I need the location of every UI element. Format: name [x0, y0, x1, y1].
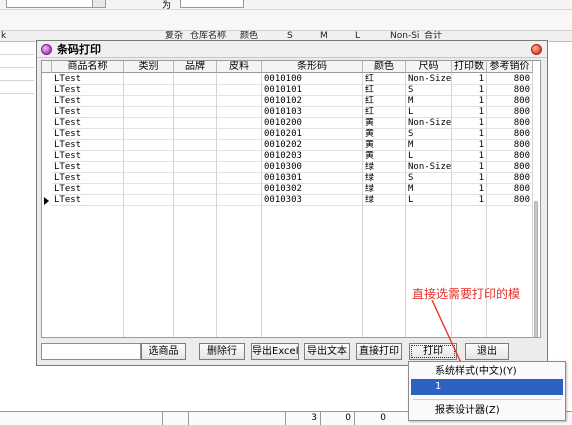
menu-item-template-1[interactable]: 1	[411, 379, 563, 395]
menu-item-report-designer[interactable]: 报表设计器(Z)	[411, 403, 563, 419]
menu-item-system-style[interactable]: 系统样式(中文)(Y)	[411, 364, 563, 380]
menu-separator	[413, 399, 561, 400]
print-template-menu: 系统样式(中文)(Y) 1 报表设计器(Z)	[408, 361, 566, 421]
